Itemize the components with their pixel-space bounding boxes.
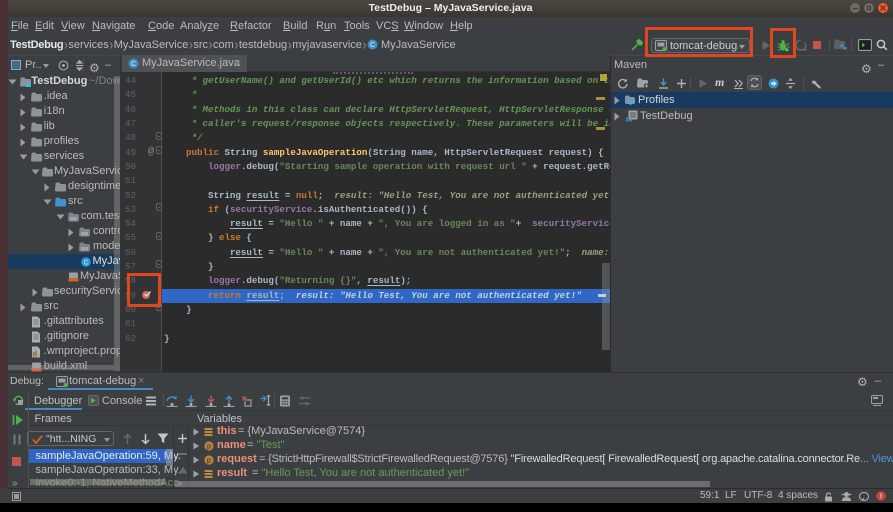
svg-text:!: ! <box>880 492 883 501</box>
svg-text:p: p <box>207 443 211 450</box>
svg-text:C: C <box>370 42 375 49</box>
svg-text:C: C <box>131 61 136 68</box>
svg-text:m: m <box>626 115 632 123</box>
svg-text:C: C <box>83 259 88 266</box>
svg-text:p: p <box>207 457 211 464</box>
